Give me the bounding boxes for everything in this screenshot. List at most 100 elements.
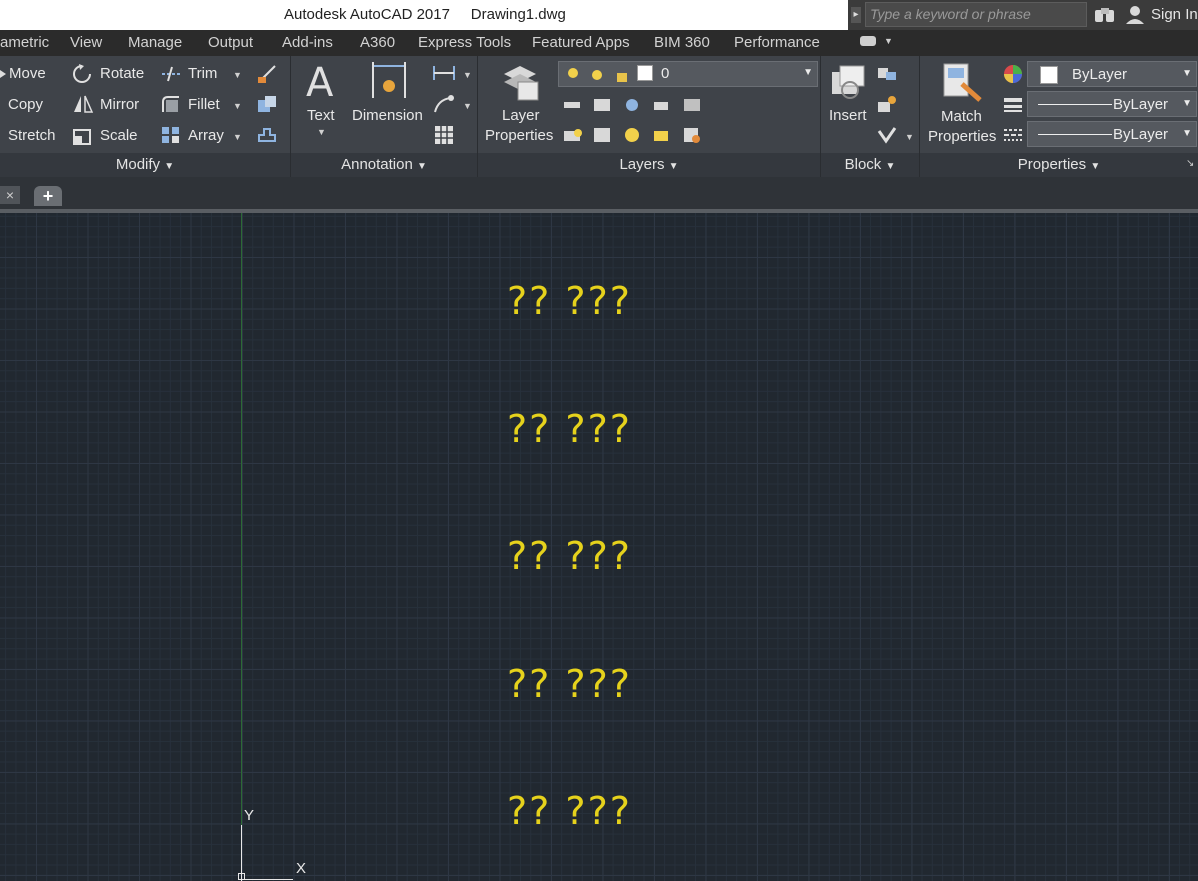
tab-a360[interactable]: A360 (360, 34, 395, 51)
chevron-down-icon: ▼ (885, 161, 896, 172)
drawing-text[interactable]: ?? ??? (507, 407, 632, 451)
tab-output[interactable]: Output (208, 34, 253, 51)
lineweight-icon (1004, 98, 1022, 112)
array-dropdown-icon[interactable]: ▼ (233, 132, 242, 142)
layers-panel-title[interactable]: Layers ▼ (478, 153, 820, 177)
match-properties-button[interactable]: Match (941, 108, 982, 125)
trim-icon (162, 66, 182, 82)
color-swatch (1040, 66, 1058, 84)
layer-tools-row2-icons[interactable] (562, 125, 710, 145)
erase-icon[interactable] (256, 63, 278, 85)
layer-properties-icon (504, 66, 539, 101)
new-tab-button[interactable]: + (34, 186, 62, 206)
trim-dropdown-icon[interactable]: ▼ (233, 70, 242, 80)
layer-tools-row1-icons[interactable] (562, 96, 710, 114)
ucs-origin-icon[interactable] (238, 873, 245, 880)
tab-performance[interactable]: Performance (734, 34, 820, 51)
copy-button[interactable]: Copy (8, 96, 43, 113)
binoculars-icon[interactable] (1094, 6, 1116, 24)
chevron-down-icon: ▼ (1182, 68, 1192, 79)
chevron-down-icon: ▼ (803, 67, 813, 78)
scale-icon (73, 129, 91, 145)
table-icon[interactable] (434, 125, 454, 145)
lineweight-dropdown[interactable]: ByLayer ▼ (1027, 91, 1197, 117)
tab-bim-360[interactable]: BIM 360 (654, 34, 710, 51)
linetype-preview (1038, 134, 1112, 135)
drawing-text[interactable]: ?? ??? (507, 279, 632, 323)
tab-view[interactable]: View (70, 34, 102, 51)
offset-icon[interactable] (256, 125, 278, 145)
create-block-icon[interactable] (876, 64, 898, 82)
layer-properties-button-line2[interactable]: Properties (485, 127, 553, 144)
explode-icon[interactable] (256, 94, 278, 114)
annotation-panel-title[interactable]: Annotation ▼ (291, 153, 477, 177)
drawing-text[interactable]: ?? ??? (507, 789, 632, 833)
scale-button[interactable]: Scale (100, 127, 138, 144)
layer-dropdown[interactable]: 0 ▼ (558, 61, 818, 87)
modify-panel-title[interactable]: Modify ▼ (0, 153, 290, 177)
tab-featured-apps[interactable]: Featured Apps (532, 34, 630, 51)
linear-dimension-icon[interactable] (432, 64, 456, 82)
match-properties-icon (943, 63, 982, 102)
color-wheel-icon (1004, 65, 1022, 83)
color-value: ByLayer (1072, 66, 1128, 83)
trim-button[interactable]: Trim (188, 65, 217, 82)
layer-state-icons (568, 68, 627, 82)
ucs-x-axis (241, 879, 293, 880)
tab-manage[interactable]: Manage (128, 34, 182, 51)
fillet-button[interactable]: Fillet (188, 96, 220, 113)
layer-properties-button[interactable]: Layer (502, 107, 540, 124)
dimension-button[interactable]: Dimension (352, 107, 423, 124)
move-button[interactable]: Move (9, 65, 46, 82)
match-properties-button-line2[interactable]: Properties (928, 128, 996, 145)
layer-color-swatch (637, 65, 653, 81)
linetype-icon (1004, 129, 1022, 141)
edit-block-icon[interactable] (876, 94, 898, 114)
text-dropdown-icon[interactable]: ▼ (317, 127, 326, 137)
block-dropdown-icon[interactable]: ▼ (905, 132, 914, 142)
close-tab-icon[interactable]: × (0, 186, 20, 204)
array-button[interactable]: Array (188, 127, 224, 144)
dimension-dropdown-icon[interactable]: ▼ (463, 70, 472, 80)
current-layer-name: 0 (661, 65, 670, 82)
stretch-button[interactable]: Stretch (8, 127, 56, 144)
chevron-down-icon: ▼ (668, 161, 679, 172)
block-panel-title[interactable]: Block ▼ (821, 153, 919, 177)
text-icon: A (306, 60, 334, 102)
tab-add-ins[interactable]: Add-ins (282, 34, 333, 51)
fillet-icon (162, 96, 179, 112)
properties-panel-label: Properties (1017, 156, 1087, 173)
panel-launcher-icon[interactable]: ↘ (1186, 158, 1194, 169)
edit-attributes-icon[interactable] (876, 125, 898, 145)
text-button[interactable]: Text (307, 107, 335, 124)
rotate-button[interactable]: Rotate (100, 65, 144, 82)
insert-button[interactable]: Insert (829, 107, 867, 124)
search-expand-icon[interactable]: ▸ (851, 7, 861, 23)
mirror-button[interactable]: Mirror (100, 96, 139, 113)
insert-block-icon (832, 65, 865, 99)
drawing-text[interactable]: ?? ??? (507, 534, 632, 578)
linetype-dropdown[interactable]: ByLayer ▼ (1027, 121, 1197, 147)
window-title: Autodesk AutoCAD 2017 Drawing1.dwg (284, 6, 566, 23)
drawing-text[interactable]: ?? ??? (507, 662, 632, 706)
sign-in-link[interactable]: Sign In (1151, 6, 1198, 23)
color-dropdown[interactable]: ByLayer ▼ (1027, 61, 1197, 87)
tab-parametric[interactable]: ametric (0, 34, 49, 51)
search-input[interactable]: Type a keyword or phrase (865, 2, 1087, 27)
layers-panel-label: Layers (619, 156, 665, 173)
user-icon[interactable] (1125, 5, 1145, 25)
annotation-panel-label: Annotation (341, 156, 413, 173)
ribbon-minimize-icon[interactable] (860, 36, 876, 46)
leader-icon[interactable] (432, 94, 456, 114)
block-panel-label: Block (844, 156, 882, 173)
tab-express-tools[interactable]: Express Tools (418, 34, 511, 51)
ucs-x-label: X (296, 860, 307, 877)
mirror-icon (74, 95, 94, 113)
drawing-area[interactable]: ?? ??? ?? ??? ?? ??? ?? ??? ?? ??? Y X (0, 213, 1198, 881)
rotate-icon (73, 64, 91, 83)
fillet-dropdown-icon[interactable]: ▼ (233, 101, 242, 111)
y-axis-line (241, 213, 242, 881)
properties-panel-title[interactable]: Properties ▼ (920, 153, 1198, 177)
leader-dropdown-icon[interactable]: ▼ (463, 101, 472, 111)
chevron-down-icon[interactable]: ▼ (884, 36, 893, 46)
